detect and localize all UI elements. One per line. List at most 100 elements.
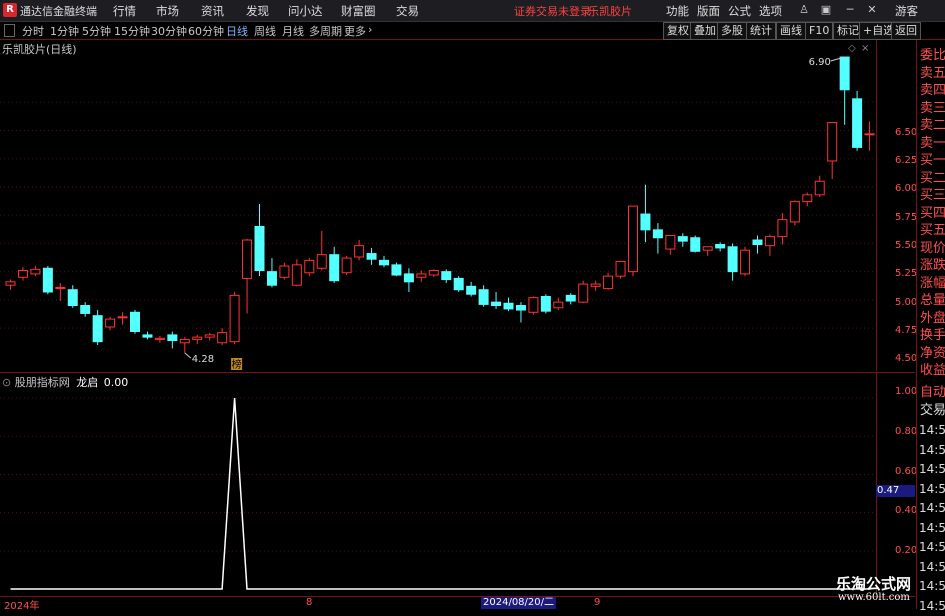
close-panel-icon[interactable]: × bbox=[861, 43, 869, 54]
f10-button[interactable]: F10 bbox=[805, 22, 834, 40]
candle[interactable] bbox=[67, 285, 78, 308]
draw-button[interactable]: 画线 bbox=[776, 22, 806, 40]
candle[interactable] bbox=[354, 240, 365, 261]
menu-formula[interactable]: 公式 bbox=[728, 3, 751, 19]
candle[interactable] bbox=[316, 230, 327, 271]
guest-label[interactable]: 游客 bbox=[895, 3, 918, 19]
candle[interactable] bbox=[5, 279, 16, 290]
candle[interactable] bbox=[391, 262, 402, 277]
candle[interactable] bbox=[565, 293, 576, 305]
menu-market[interactable]: 市场 bbox=[156, 3, 179, 19]
candle[interactable] bbox=[852, 90, 863, 151]
candle[interactable] bbox=[802, 192, 813, 207]
candle[interactable] bbox=[428, 269, 439, 278]
candle[interactable] bbox=[242, 238, 253, 314]
period-daily[interactable]: 日线 bbox=[226, 23, 248, 39]
candle[interactable] bbox=[453, 276, 464, 292]
candle[interactable] bbox=[478, 285, 489, 307]
candle[interactable] bbox=[665, 234, 676, 255]
auto-trade-tab[interactable]: 自动 bbox=[920, 383, 945, 403]
period-60min[interactable]: 60分钟 bbox=[188, 23, 224, 39]
period-30min[interactable]: 30分钟 bbox=[151, 23, 187, 39]
candle[interactable] bbox=[540, 294, 551, 314]
candle[interactable] bbox=[204, 332, 215, 341]
candle[interactable] bbox=[266, 258, 277, 288]
candle[interactable] bbox=[503, 297, 514, 312]
candle[interactable] bbox=[777, 212, 788, 245]
candle[interactable] bbox=[341, 255, 352, 276]
candle[interactable] bbox=[105, 316, 116, 331]
candle[interactable] bbox=[515, 302, 526, 323]
overlay-button[interactable]: 叠加 bbox=[690, 22, 720, 40]
candle[interactable] bbox=[117, 312, 128, 325]
candle[interactable] bbox=[603, 272, 614, 290]
candle[interactable] bbox=[740, 246, 751, 277]
toolbar-toggle-icon[interactable] bbox=[4, 24, 15, 37]
back-button[interactable]: 返回 bbox=[891, 22, 921, 40]
candle[interactable] bbox=[764, 234, 775, 256]
menu-discover[interactable]: 发现 bbox=[246, 3, 269, 19]
candle[interactable] bbox=[179, 337, 190, 353]
trade-tab[interactable]: 交易 bbox=[920, 401, 945, 421]
menu-trade[interactable]: 交易 bbox=[396, 3, 419, 19]
candle[interactable] bbox=[167, 331, 178, 349]
candle[interactable] bbox=[291, 259, 302, 287]
menu-options[interactable]: 选项 bbox=[759, 3, 782, 19]
candle[interactable] bbox=[416, 270, 427, 282]
candle[interactable] bbox=[55, 282, 66, 302]
period-monthly[interactable]: 月线 bbox=[282, 23, 304, 39]
stats-button[interactable]: 统计 bbox=[746, 22, 776, 40]
candle[interactable] bbox=[553, 297, 564, 311]
candle[interactable] bbox=[640, 184, 651, 243]
period-15min[interactable]: 15分钟 bbox=[114, 23, 150, 39]
candle[interactable] bbox=[379, 255, 389, 268]
candle[interactable] bbox=[528, 296, 539, 315]
candle[interactable] bbox=[366, 247, 377, 265]
close-icon[interactable]: ✕ bbox=[864, 2, 880, 18]
menu-quotes[interactable]: 行情 bbox=[113, 3, 136, 19]
adjust-button[interactable]: 复权 bbox=[663, 22, 693, 40]
candle[interactable] bbox=[92, 310, 103, 346]
candle[interactable] bbox=[30, 265, 41, 277]
indicator-label[interactable]: ⊙ 股朋指标网 龙启 0.00 bbox=[2, 374, 128, 390]
candle[interactable] bbox=[142, 331, 153, 340]
candle[interactable] bbox=[279, 262, 290, 280]
candle[interactable] bbox=[677, 233, 688, 247]
period-1min[interactable]: 1分钟 bbox=[50, 23, 79, 39]
candle[interactable] bbox=[42, 265, 53, 295]
candle[interactable] bbox=[466, 281, 477, 297]
candle[interactable] bbox=[690, 235, 701, 253]
candle[interactable] bbox=[615, 260, 626, 279]
candlestick-chart[interactable]: 6.90 4.28 榜 bbox=[0, 40, 876, 371]
login-status[interactable]: 证券交易未登录 bbox=[514, 3, 591, 19]
menu-ask[interactable]: 问小达 bbox=[288, 3, 323, 19]
candle[interactable] bbox=[304, 258, 315, 277]
menu-wealth[interactable]: 财富圈 bbox=[341, 3, 376, 19]
indicator-chart[interactable] bbox=[0, 373, 876, 595]
candle[interactable] bbox=[702, 246, 713, 256]
candle[interactable] bbox=[229, 291, 240, 344]
period-weekly[interactable]: 周线 bbox=[254, 23, 276, 39]
candle[interactable] bbox=[727, 243, 738, 281]
candle[interactable] bbox=[578, 280, 589, 304]
candle[interactable] bbox=[752, 235, 763, 254]
menu-function[interactable]: 功能 bbox=[666, 3, 689, 19]
candle[interactable] bbox=[192, 334, 203, 344]
candle[interactable] bbox=[864, 121, 875, 151]
candle[interactable] bbox=[17, 267, 28, 281]
chevron-right-icon[interactable]: › bbox=[368, 23, 372, 36]
candle[interactable] bbox=[827, 122, 838, 180]
candle[interactable] bbox=[441, 269, 452, 283]
candle[interactable] bbox=[789, 200, 800, 226]
candle[interactable] bbox=[839, 56, 850, 125]
chevron-down-icon[interactable]: ⊙ bbox=[2, 376, 11, 389]
minimize-icon[interactable]: ─ bbox=[842, 2, 858, 18]
period-intraday[interactable]: 分时 bbox=[22, 23, 44, 39]
candle[interactable] bbox=[329, 246, 340, 283]
user-icon[interactable]: ♙ bbox=[796, 2, 812, 18]
candle[interactable] bbox=[715, 242, 726, 252]
diamond-icon[interactable]: ◇ bbox=[848, 43, 856, 54]
multi-stock-button[interactable]: 多股 bbox=[717, 22, 747, 40]
candle[interactable] bbox=[217, 328, 228, 346]
candle[interactable] bbox=[652, 223, 663, 254]
